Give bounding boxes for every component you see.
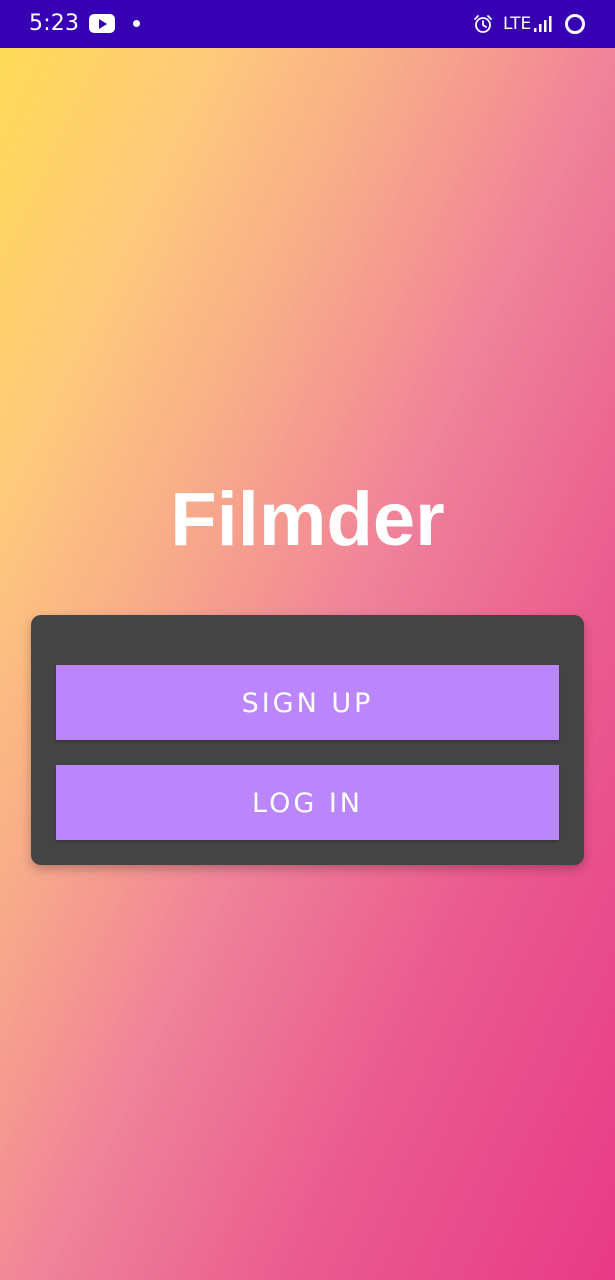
notification-dot-icon [133,20,140,27]
log-in-button[interactable]: LOG IN [56,765,559,840]
signal-icon [534,16,552,32]
alarm-icon [474,15,492,33]
network-type-label: LTE [503,14,532,34]
youtube-icon [89,14,115,33]
status-time: 5:23 [29,11,80,36]
sign-up-button[interactable]: SIGN UP [56,665,559,740]
battery-icon [565,14,585,34]
auth-card: SIGN UP LOG IN [31,615,584,865]
app-title: Filmder [170,477,445,562]
status-bar: 5:23 LTE [0,0,615,48]
